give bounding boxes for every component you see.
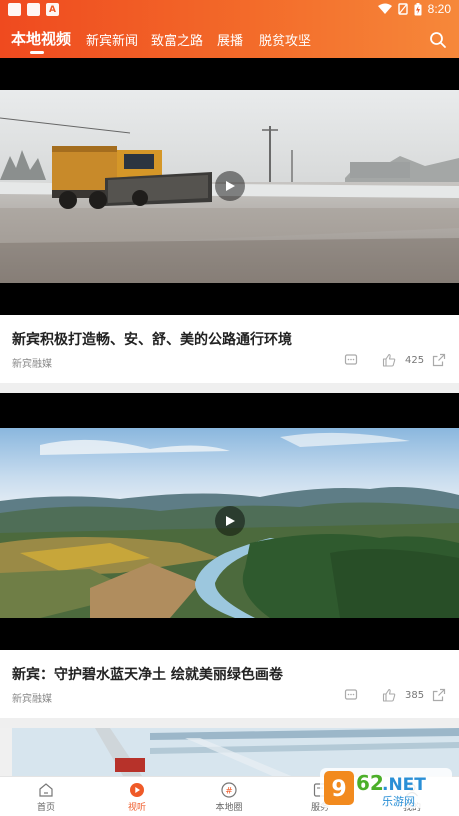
- like-count: 425: [405, 355, 425, 366]
- tab-showcase[interactable]: 展播: [217, 30, 243, 49]
- status-notifications: A: [8, 3, 59, 16]
- video-player[interactable]: [0, 393, 459, 650]
- comment-icon[interactable]: [344, 353, 358, 367]
- nav-local-circle-label: 本地圈: [215, 803, 243, 813]
- video-player[interactable]: [0, 58, 459, 315]
- play-icon: [226, 181, 235, 191]
- channel-tabs: 本地视频 新宾新闻 致富之路 展播 脱贫攻坚: [0, 26, 459, 56]
- svg-text:乐游网: 乐游网: [382, 795, 415, 808]
- battery-icon: [414, 2, 422, 15]
- video-feed: 新宾积极打造畅、安、舒、美的公路通行环境 新宾融媒 425 新宾：守护碧水蓝天净…: [0, 58, 459, 798]
- share-icon[interactable]: [432, 353, 446, 367]
- tab-xinbin-news[interactable]: 新宾新闻: [86, 30, 138, 49]
- watermark-logo: 9 62 .NET 乐游网: [320, 768, 452, 808]
- video-title[interactable]: 新宾：守护碧水蓝天净土 绘就美丽绿色画卷: [0, 650, 459, 684]
- like-count: 385: [405, 690, 425, 701]
- home-icon: [39, 783, 53, 797]
- nav-audiovisual[interactable]: 视听: [107, 782, 167, 813]
- svg-text:9: 9: [331, 777, 346, 802]
- comment-icon[interactable]: [344, 688, 358, 702]
- svg-text:.NET: .NET: [382, 775, 426, 795]
- app-screen: A 8:20 本地视频 新宾新闻 致富之路 展播 脱贫攻坚 新宾积极打造畅、安、…: [0, 0, 459, 816]
- no-sim-icon: [397, 3, 408, 15]
- active-tab-indicator: [30, 51, 44, 54]
- status-bar: A 8:20: [0, 0, 459, 20]
- notification-icon: [27, 3, 40, 16]
- like-icon[interactable]: [382, 688, 396, 702]
- video-card[interactable]: 新宾：守护碧水蓝天净土 绘就美丽绿色画卷 新宾融媒 385: [0, 393, 459, 718]
- video-source: 新宾融媒: [12, 694, 52, 705]
- tab-local-video[interactable]: 本地视频: [11, 28, 71, 49]
- status-time: 8:20: [427, 2, 451, 16]
- search-icon[interactable]: [429, 31, 447, 49]
- notification-icon: [8, 3, 21, 16]
- svg-text:#: #: [225, 787, 233, 797]
- tab-road-to-wealth[interactable]: 致富之路: [151, 30, 203, 49]
- play-icon: [226, 516, 235, 526]
- video-card[interactable]: 新宾积极打造畅、安、舒、美的公路通行环境 新宾融媒 425: [0, 58, 459, 383]
- play-button[interactable]: [215, 506, 245, 536]
- nav-home-label: 首页: [36, 803, 55, 813]
- hashtag-icon: #: [221, 782, 237, 798]
- nav-home[interactable]: 首页: [16, 782, 76, 813]
- play-button[interactable]: [215, 171, 245, 201]
- header: A 8:20 本地视频 新宾新闻 致富之路 展播 脱贫攻坚: [0, 0, 459, 58]
- status-indicators: 8:20: [377, 2, 451, 16]
- video-meta: 新宾融媒 385: [0, 684, 459, 718]
- share-icon[interactable]: [432, 688, 446, 702]
- nav-audiovisual-label: 视听: [127, 803, 146, 813]
- like-icon[interactable]: [382, 353, 396, 367]
- svg-text:62: 62: [356, 771, 384, 795]
- nav-local-circle[interactable]: # 本地圈: [199, 782, 259, 813]
- app-store-icon: A: [46, 3, 59, 16]
- tab-poverty-alleviation[interactable]: 脱贫攻坚: [259, 30, 311, 49]
- video-source: 新宾融媒: [12, 359, 52, 370]
- video-title[interactable]: 新宾积极打造畅、安、舒、美的公路通行环境: [0, 315, 459, 349]
- wifi-icon: [377, 3, 392, 14]
- video-meta: 新宾融媒 425: [0, 349, 459, 383]
- play-icon: [130, 783, 144, 797]
